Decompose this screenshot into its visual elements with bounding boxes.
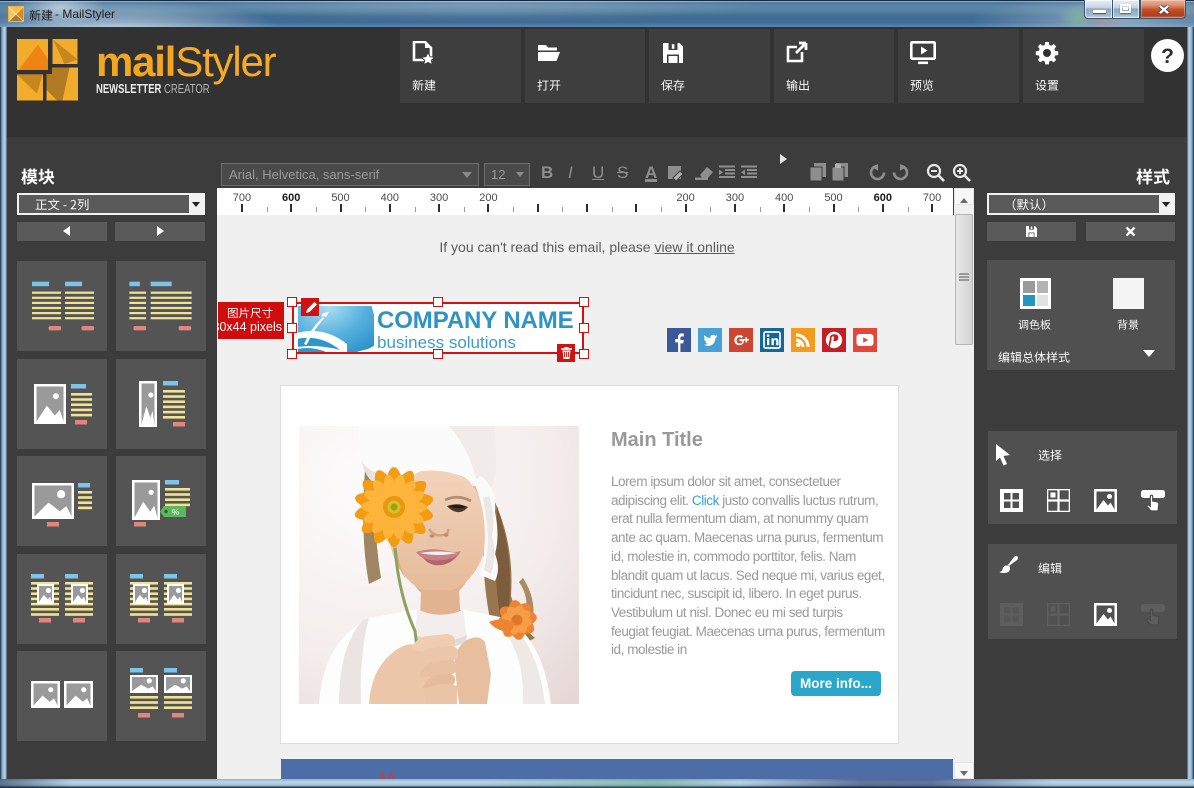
- svg-text:%: %: [172, 508, 179, 517]
- svg-text:?: ?: [1161, 45, 1174, 68]
